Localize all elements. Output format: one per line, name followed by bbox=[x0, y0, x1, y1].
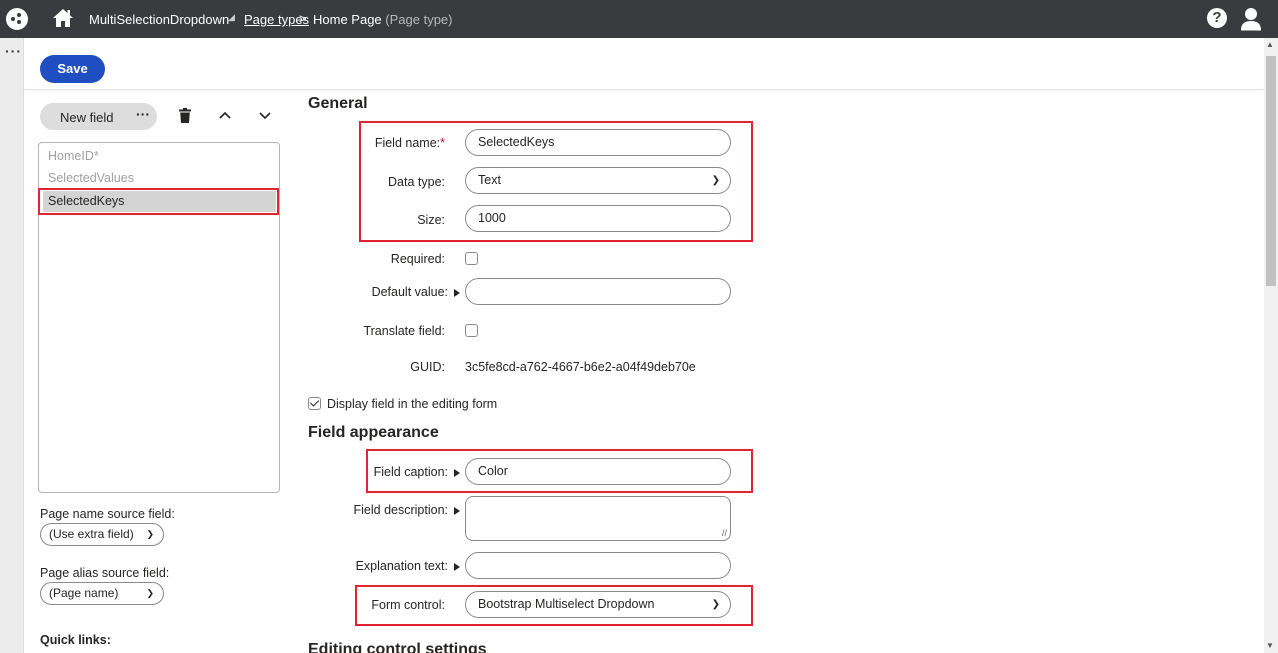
scroll-up-icon[interactable]: ▲ bbox=[1266, 40, 1274, 49]
breadcrumb-current-type: (Page type) bbox=[385, 12, 453, 27]
rail-menu-icon[interactable]: ··· bbox=[5, 44, 22, 58]
chevron-down-icon: ❯ bbox=[146, 529, 154, 539]
guid-value: 3c5fe8cd-a762-4667-b6e2-a04f49deb70e bbox=[465, 360, 696, 374]
new-field-label: New field bbox=[60, 110, 114, 125]
user-icon[interactable] bbox=[1240, 7, 1262, 31]
default-value-input[interactable] bbox=[465, 278, 731, 305]
editing-control-settings-title: Editing control settings bbox=[308, 641, 487, 653]
new-field-more-icon[interactable]: ··· bbox=[136, 106, 150, 122]
required-label: Required: bbox=[390, 252, 445, 266]
highlight-selected-field bbox=[38, 188, 279, 215]
required-checkbox[interactable] bbox=[465, 252, 478, 265]
guid-label: GUID: bbox=[410, 360, 445, 374]
caret-right-icon[interactable] bbox=[454, 288, 460, 297]
explanation-text-label: Explanation text: bbox=[300, 559, 460, 573]
translate-field-label: Translate field: bbox=[363, 324, 445, 338]
breadcrumb-separator: > bbox=[299, 11, 307, 26]
app-name[interactable]: MultiSelectionDropdown bbox=[89, 12, 229, 27]
highlight-general-fields bbox=[359, 121, 753, 242]
display-field-label: Display field in the editing form bbox=[327, 397, 498, 411]
breadcrumb-current: Home Page (Page type) bbox=[313, 12, 452, 27]
field-appearance-section-title: Field appearance bbox=[308, 424, 439, 441]
chevron-down-icon[interactable] bbox=[258, 108, 272, 122]
quick-links-label: Quick links: bbox=[40, 633, 111, 647]
field-list-item[interactable]: SelectedValues bbox=[43, 168, 276, 189]
chevron-down-icon: ❯ bbox=[146, 588, 154, 598]
left-rail: ··· bbox=[0, 38, 24, 653]
explanation-text-label-text: Explanation text: bbox=[355, 559, 448, 573]
new-field-button[interactable]: New field ··· bbox=[40, 103, 157, 130]
caret-right-icon[interactable] bbox=[454, 562, 460, 571]
chevron-up-icon[interactable] bbox=[218, 108, 232, 122]
field-description-textarea[interactable]: // bbox=[465, 496, 731, 541]
toolbar-divider bbox=[24, 89, 1264, 90]
top-bar: MultiSelectionDropdown ◢ Page types > Ho… bbox=[0, 0, 1278, 38]
scroll-down-icon[interactable]: ▼ bbox=[1266, 641, 1274, 650]
default-value-label-text: Default value: bbox=[371, 285, 448, 299]
explanation-text-input[interactable] bbox=[465, 552, 731, 579]
breadcrumb-current-name: Home Page bbox=[313, 12, 382, 27]
help-icon[interactable]: ? bbox=[1207, 8, 1227, 28]
translate-field-checkbox[interactable] bbox=[465, 324, 478, 337]
caret-right-icon[interactable] bbox=[454, 506, 460, 515]
trash-icon[interactable] bbox=[179, 108, 191, 123]
field-list-item[interactable]: HomeID* bbox=[43, 146, 276, 167]
page-name-source-value: (Use extra field) bbox=[49, 527, 134, 541]
page-alias-source-value: (Page name) bbox=[49, 586, 119, 600]
home-icon[interactable] bbox=[52, 8, 74, 28]
app-switch-caret-icon[interactable]: ◢ bbox=[228, 12, 235, 23]
field-description-label: Field description: bbox=[300, 503, 460, 517]
app-logo-icon[interactable] bbox=[6, 8, 28, 30]
page-alias-source-label: Page alias source field: bbox=[40, 566, 170, 580]
save-button[interactable]: Save bbox=[40, 55, 105, 83]
highlight-form-control bbox=[355, 585, 753, 626]
resize-grip-icon[interactable]: // bbox=[722, 528, 727, 538]
page-alias-source-select[interactable]: (Page name) ❯ bbox=[40, 582, 164, 605]
general-section-title: General bbox=[308, 95, 368, 112]
field-description-label-text: Field description: bbox=[353, 503, 449, 517]
scrollbar-thumb[interactable] bbox=[1266, 56, 1276, 286]
page-name-source-label: Page name source field: bbox=[40, 507, 175, 521]
default-value-label: Default value: bbox=[300, 285, 460, 299]
highlight-field-caption bbox=[366, 449, 753, 493]
display-field-checkbox[interactable] bbox=[308, 397, 321, 410]
page-name-source-select[interactable]: (Use extra field) ❯ bbox=[40, 523, 164, 546]
